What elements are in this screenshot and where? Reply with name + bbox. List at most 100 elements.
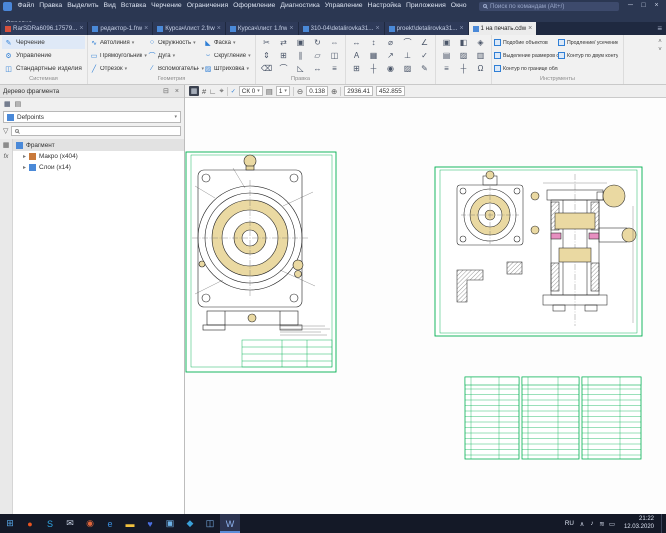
- tree-search-input[interactable]: [11, 126, 181, 136]
- filter-icon[interactable]: ▽: [3, 127, 8, 135]
- symbol-icon[interactable]: Ω: [472, 62, 489, 75]
- word-icon[interactable]: W: [220, 514, 240, 533]
- marker-icon[interactable]: ◉: [382, 62, 399, 75]
- tab-close-icon[interactable]: ×: [528, 25, 532, 32]
- tab-close-icon[interactable]: ×: [217, 25, 221, 32]
- panel-close-icon[interactable]: ×: [173, 88, 181, 95]
- angle-dimension-icon[interactable]: ∠: [416, 36, 433, 49]
- sheet-1[interactable]: [186, 152, 336, 372]
- stretch-icon[interactable]: ↔: [309, 62, 326, 75]
- zoom-input[interactable]: 0.138: [306, 86, 328, 96]
- kompas-icon[interactable]: ◫: [200, 514, 220, 533]
- offset-icon[interactable]: ∥: [292, 49, 309, 62]
- tree-item-macro[interactable]: ▸ Макро (x404): [13, 151, 184, 162]
- deform-icon[interactable]: ▱: [309, 49, 326, 62]
- document-tab[interactable]: proekt\detalirovka31...×: [385, 22, 468, 35]
- battery-icon[interactable]: ▭: [607, 514, 617, 533]
- model-tree-icon[interactable]: ▦: [3, 141, 10, 149]
- menu-item[interactable]: Черчение: [149, 0, 185, 12]
- panel-pin-icon[interactable]: ⊟: [161, 87, 171, 95]
- document-tab-active[interactable]: 1 на печать.cdw×: [469, 22, 537, 35]
- command-search-input[interactable]: Поиск по командам (Alt+/): [479, 2, 619, 11]
- ubuntu-icon[interactable]: ●: [20, 514, 40, 533]
- centerline-icon[interactable]: ┼: [365, 62, 382, 75]
- vertical-dimension-icon[interactable]: ↕: [365, 36, 382, 49]
- minimize-button[interactable]: ─: [624, 0, 637, 12]
- mode-drawing[interactable]: ✎Черчение: [2, 36, 85, 49]
- document-tab[interactable]: RarSDRa6096.17579...×: [1, 22, 87, 35]
- layer-select[interactable]: 1▾: [276, 86, 290, 96]
- tab-close-icon[interactable]: ×: [375, 25, 379, 32]
- tool-rectangle[interactable]: ▭Прямоугольник▾: [90, 49, 148, 62]
- app-logo-icon[interactable]: [3, 2, 12, 11]
- attributes-icon[interactable]: ≡: [438, 62, 455, 75]
- grid-toggle-icon[interactable]: #: [202, 87, 206, 96]
- explorer-icon[interactable]: ▬: [120, 514, 140, 533]
- ribbon-scroll-up-icon[interactable]: ˄: [658, 39, 662, 45]
- tool-auxiliary-line[interactable]: ∕Вспомогательная прямая▾: [148, 62, 204, 75]
- linear-dimension-icon[interactable]: ↔: [348, 36, 365, 49]
- collection-icon[interactable]: ▥: [472, 49, 489, 62]
- datum-icon[interactable]: ⊥: [399, 49, 416, 62]
- text-icon[interactable]: A: [348, 49, 365, 62]
- menu-item[interactable]: Окно: [448, 0, 469, 12]
- roughness-icon[interactable]: ✓: [416, 49, 433, 62]
- layer-dropdown[interactable]: Defpoints ▾: [3, 111, 181, 123]
- start-button[interactable]: ⊞: [0, 514, 20, 533]
- image-icon[interactable]: ▨: [455, 49, 472, 62]
- coord-y-input[interactable]: 452.855: [376, 86, 405, 96]
- photos-icon[interactable]: ▣: [160, 514, 180, 533]
- menu-item[interactable]: Настройка: [365, 0, 403, 12]
- erase-icon[interactable]: ⌫: [258, 62, 275, 75]
- scale-icon[interactable]: ⇕: [258, 49, 275, 62]
- view-icon[interactable]: ▣: [438, 36, 455, 49]
- health-icon[interactable]: ♥: [140, 514, 160, 533]
- tab-close-icon[interactable]: ×: [289, 25, 293, 32]
- radial-dimension-icon[interactable]: ⌒: [399, 36, 416, 49]
- tab-close-icon[interactable]: ×: [79, 25, 83, 32]
- tool-select-dimensions[interactable]: Выделение размеров с ру...: [494, 49, 558, 62]
- coord-x-input[interactable]: 2936.41: [344, 86, 373, 96]
- document-tab[interactable]: Курсач\лист 1.frw×: [226, 22, 298, 35]
- layer-insert-icon[interactable]: ▤: [438, 49, 455, 62]
- mode-standard-parts[interactable]: ◫Стандартные изделия: [2, 62, 85, 75]
- sheet-2[interactable]: [435, 167, 642, 336]
- expand-chevron-icon[interactable]: ▸: [23, 164, 26, 171]
- fragment-insert-icon[interactable]: ◧: [455, 36, 472, 49]
- fillet-edit-icon[interactable]: ⌒: [275, 62, 292, 75]
- tool-autoline[interactable]: ∿Автолиния▾: [90, 36, 148, 49]
- tool-chamfer[interactable]: ◣Фаска▾: [204, 36, 252, 49]
- expand-chevron-icon[interactable]: ▸: [23, 153, 26, 160]
- tool-extend-trim[interactable]: Продление/ усечение: [558, 36, 618, 49]
- volume-icon[interactable]: ♪: [587, 514, 597, 533]
- tool-arc[interactable]: ⌒Дуга▾: [148, 49, 204, 62]
- show-desktop-button[interactable]: [661, 514, 665, 533]
- tool-contour-by-area[interactable]: Контур по границе облас...: [494, 62, 558, 75]
- note-icon[interactable]: ✎: [416, 62, 433, 75]
- menu-item[interactable]: Ограничения: [184, 0, 230, 12]
- spec-tables[interactable]: [465, 377, 641, 459]
- skype-icon[interactable]: S: [40, 514, 60, 533]
- tree-root-fragment[interactable]: Фрагмент: [13, 139, 184, 151]
- align-icon[interactable]: ≡: [326, 62, 343, 75]
- edge-icon[interactable]: e: [100, 514, 120, 533]
- tool-hatch[interactable]: ▨Штриховка▾: [204, 62, 252, 75]
- axis-icon[interactable]: ┼: [455, 62, 472, 75]
- zoom-in-icon[interactable]: ⊕: [331, 87, 337, 96]
- tool-offset-objects[interactable]: Подобие объектов: [494, 36, 558, 49]
- mirror-icon[interactable]: ⇔: [326, 36, 343, 49]
- menu-item[interactable]: Управление: [322, 0, 365, 12]
- fx-variables-icon[interactable]: fx: [4, 154, 9, 160]
- split-icon[interactable]: ◫: [326, 49, 343, 62]
- copy-icon[interactable]: ▣: [292, 36, 309, 49]
- document-tab[interactable]: редактор-1.frw×: [88, 22, 152, 35]
- menu-item[interactable]: Выделить: [65, 0, 101, 12]
- menu-item[interactable]: Правка: [37, 0, 65, 12]
- snap-toggle-icon[interactable]: ⌖: [220, 86, 224, 96]
- array-icon[interactable]: ⊞: [275, 49, 292, 62]
- current-command-icon[interactable]: ▦: [189, 86, 199, 96]
- tree-item-layers[interactable]: ▸ Слои (x14): [13, 162, 184, 173]
- ortho-toggle-icon[interactable]: ∟: [209, 87, 216, 96]
- coordinate-system-select[interactable]: СК 0▾: [239, 86, 263, 96]
- maximize-button[interactable]: □: [637, 0, 650, 12]
